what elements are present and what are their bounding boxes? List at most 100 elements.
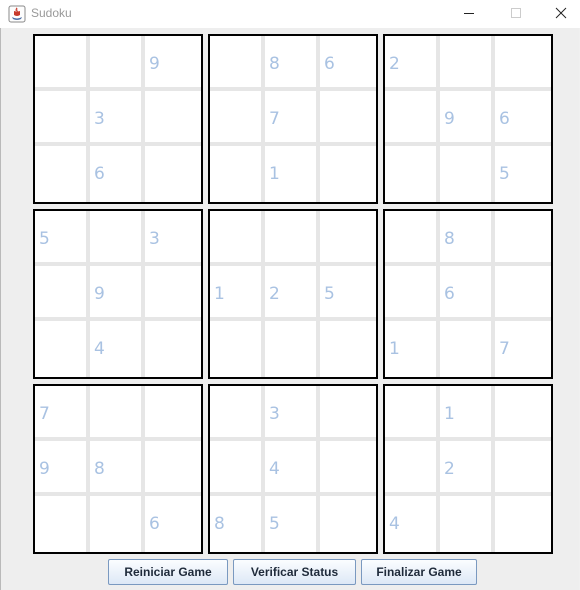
sudoku-cell-input[interactable] — [35, 91, 86, 142]
sudoku-cell-input[interactable] — [210, 441, 261, 492]
sudoku-cell-input[interactable] — [35, 146, 86, 197]
sudoku-cell-input[interactable] — [145, 441, 196, 492]
sudoku-cell-input[interactable] — [440, 91, 491, 142]
sudoku-cell-input[interactable] — [265, 321, 316, 372]
sudoku-cell-input[interactable] — [90, 266, 141, 317]
sudoku-cell-input[interactable] — [495, 91, 546, 142]
sudoku-cell-input[interactable] — [265, 211, 316, 262]
check-status-button[interactable]: Verificar Status — [233, 559, 356, 585]
sudoku-cell-input[interactable] — [90, 441, 141, 492]
sudoku-cell-input[interactable] — [35, 441, 86, 492]
sudoku-cell-input[interactable] — [90, 496, 141, 547]
sudoku-cell-input[interactable] — [320, 386, 371, 437]
sudoku-cell-input[interactable] — [385, 386, 436, 437]
sudoku-cell-input[interactable] — [265, 266, 316, 317]
sudoku-block — [383, 384, 553, 554]
sudoku-cell-input[interactable] — [90, 321, 141, 372]
sudoku-cell-input[interactable] — [320, 146, 371, 197]
sudoku-cell-input[interactable] — [210, 386, 261, 437]
sudoku-cell-input[interactable] — [145, 36, 196, 87]
sudoku-cell-input[interactable] — [440, 496, 491, 547]
minimize-button[interactable] — [445, 0, 491, 28]
sudoku-cell-input[interactable] — [440, 211, 491, 262]
sudoku-cell-input[interactable] — [385, 91, 436, 142]
sudoku-cell — [495, 496, 546, 547]
sudoku-cell-input[interactable] — [210, 496, 261, 547]
sudoku-cell — [90, 211, 141, 262]
sudoku-cell-input[interactable] — [35, 266, 86, 317]
sudoku-cell-input[interactable] — [320, 496, 371, 547]
sudoku-cell-input[interactable] — [265, 441, 316, 492]
sudoku-cell-input[interactable] — [265, 496, 316, 547]
sudoku-cell-input[interactable] — [145, 91, 196, 142]
sudoku-cell-input[interactable] — [385, 146, 436, 197]
sudoku-cell-input[interactable] — [440, 386, 491, 437]
sudoku-cell-input[interactable] — [265, 146, 316, 197]
sudoku-cell-input[interactable] — [265, 386, 316, 437]
finish-game-button[interactable]: Finalizar Game — [361, 559, 477, 585]
sudoku-cell-input[interactable] — [145, 496, 196, 547]
sudoku-cell-input[interactable] — [385, 496, 436, 547]
sudoku-cell-input[interactable] — [385, 321, 436, 372]
sudoku-cell-input[interactable] — [495, 321, 546, 372]
sudoku-cell-input[interactable] — [385, 211, 436, 262]
sudoku-cell — [145, 441, 196, 492]
sudoku-cell-input[interactable] — [210, 91, 261, 142]
sudoku-cell-input[interactable] — [35, 36, 86, 87]
sudoku-cell-input[interactable] — [385, 441, 436, 492]
sudoku-cell-input[interactable] — [210, 36, 261, 87]
sudoku-cell-input[interactable] — [210, 266, 261, 317]
sudoku-cell — [320, 386, 371, 437]
sudoku-cell — [145, 321, 196, 372]
sudoku-cell-input[interactable] — [90, 146, 141, 197]
restart-game-button[interactable]: Reiniciar Game — [108, 559, 228, 585]
sudoku-cell-input[interactable] — [320, 91, 371, 142]
sudoku-cell-input[interactable] — [495, 211, 546, 262]
sudoku-cell-input[interactable] — [145, 211, 196, 262]
sudoku-cell-input[interactable] — [320, 441, 371, 492]
sudoku-cell — [495, 211, 546, 262]
sudoku-cell-input[interactable] — [210, 146, 261, 197]
sudoku-cell-input[interactable] — [145, 321, 196, 372]
sudoku-cell — [385, 266, 436, 317]
sudoku-cell-input[interactable] — [35, 211, 86, 262]
sudoku-cell-input[interactable] — [440, 36, 491, 87]
sudoku-cell-input[interactable] — [385, 36, 436, 87]
sudoku-cell-input[interactable] — [210, 321, 261, 372]
sudoku-cell-input[interactable] — [35, 496, 86, 547]
sudoku-cell-input[interactable] — [90, 91, 141, 142]
sudoku-cell-input[interactable] — [495, 496, 546, 547]
sudoku-cell-input[interactable] — [495, 386, 546, 437]
sudoku-cell-input[interactable] — [440, 441, 491, 492]
sudoku-cell-input[interactable] — [35, 386, 86, 437]
sudoku-cell-input[interactable] — [320, 266, 371, 317]
sudoku-cell-input[interactable] — [35, 321, 86, 372]
sudoku-cell-input[interactable] — [145, 386, 196, 437]
sudoku-cell-input[interactable] — [385, 266, 436, 317]
title-bar[interactable]: Sudoku — [0, 0, 580, 28]
sudoku-cell — [265, 211, 316, 262]
sudoku-cell-input[interactable] — [320, 36, 371, 87]
sudoku-cell — [90, 496, 141, 547]
close-button[interactable] — [537, 0, 580, 28]
sudoku-cell-input[interactable] — [440, 266, 491, 317]
sudoku-cell-input[interactable] — [495, 441, 546, 492]
sudoku-cell-input[interactable] — [145, 146, 196, 197]
sudoku-cell-input[interactable] — [210, 211, 261, 262]
sudoku-block — [383, 209, 553, 379]
sudoku-cell-input[interactable] — [440, 146, 491, 197]
sudoku-cell-input[interactable] — [90, 211, 141, 262]
sudoku-cell — [145, 146, 196, 197]
sudoku-cell-input[interactable] — [495, 146, 546, 197]
sudoku-cell-input[interactable] — [145, 266, 196, 317]
sudoku-cell-input[interactable] — [320, 321, 371, 372]
maximize-button[interactable] — [492, 0, 538, 28]
sudoku-cell-input[interactable] — [90, 36, 141, 87]
sudoku-cell-input[interactable] — [495, 266, 546, 317]
sudoku-cell-input[interactable] — [265, 36, 316, 87]
sudoku-cell-input[interactable] — [440, 321, 491, 372]
sudoku-cell-input[interactable] — [265, 91, 316, 142]
sudoku-cell-input[interactable] — [495, 36, 546, 87]
sudoku-cell-input[interactable] — [90, 386, 141, 437]
sudoku-cell-input[interactable] — [320, 211, 371, 262]
